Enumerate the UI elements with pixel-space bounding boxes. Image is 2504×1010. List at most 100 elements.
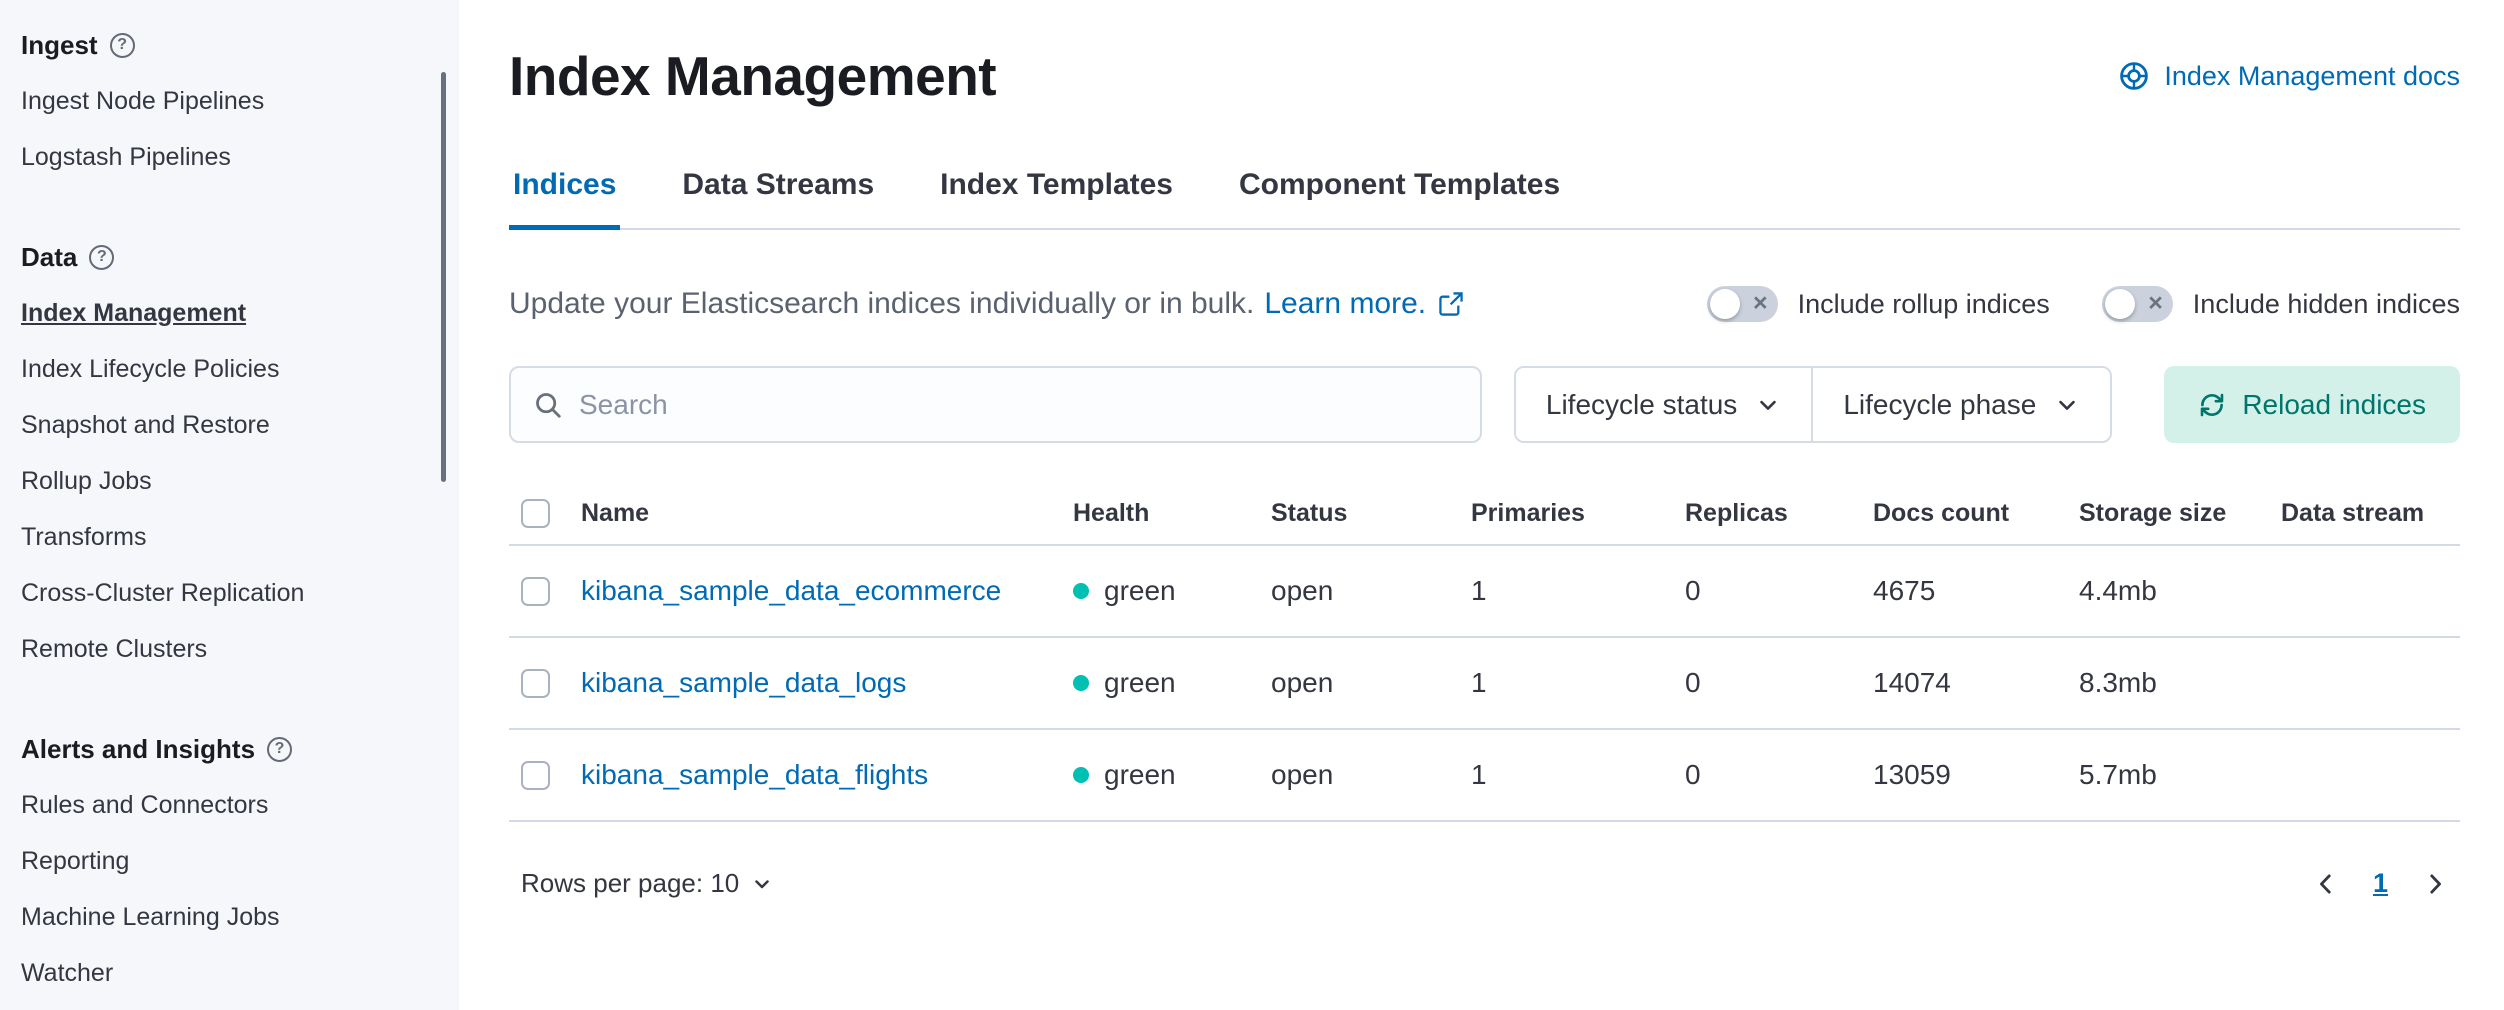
sidebar-item-ingest-node-pipelines[interactable]: Ingest Node Pipelines xyxy=(0,73,459,129)
column-header-docs-count: Docs count xyxy=(1861,483,2067,545)
tab-data-streams[interactable]: Data Streams xyxy=(678,168,878,228)
side-nav: Ingest ? Ingest Node Pipelines Logstash … xyxy=(0,0,459,1010)
refresh-icon xyxy=(2198,391,2226,419)
nav-heading-data: Data ? xyxy=(0,229,459,285)
column-header-health: Health xyxy=(1061,483,1259,545)
lifecycle-status-filter[interactable]: Lifecycle status xyxy=(1516,368,1811,441)
replicas-cell: 0 xyxy=(1673,545,1861,637)
tab-component-templates[interactable]: Component Templates xyxy=(1235,168,1564,228)
sidebar-item-rollup-jobs[interactable]: Rollup Jobs xyxy=(0,453,459,509)
nav-heading-label: Ingest xyxy=(21,30,98,61)
tab-index-templates[interactable]: Index Templates xyxy=(936,168,1177,228)
table-row: kibana_sample_data_ecommerce green open … xyxy=(509,545,2460,637)
learn-more-link[interactable]: Learn more. xyxy=(1264,287,1464,321)
learn-more-label: Learn more. xyxy=(1264,287,1426,321)
previous-page-icon[interactable] xyxy=(2313,871,2339,897)
docs-count-cell: 14074 xyxy=(1861,637,2067,729)
reload-indices-button[interactable]: Reload indices xyxy=(2164,366,2460,443)
toggle-off-icon: × xyxy=(2148,291,2163,316)
docs-count-cell: 4675 xyxy=(1861,545,2067,637)
status-cell: open xyxy=(1259,545,1459,637)
sidebar-item-machine-learning-jobs[interactable]: Machine Learning Jobs xyxy=(0,889,459,945)
storage-size-cell: 4.4mb xyxy=(2067,545,2269,637)
table-row: kibana_sample_data_logs green open 1 0 1… xyxy=(509,637,2460,729)
nav-section-data: Data ? Index Management Index Lifecycle … xyxy=(0,229,459,677)
sidebar-item-snapshot-and-restore[interactable]: Snapshot and Restore xyxy=(0,397,459,453)
index-name-link[interactable]: kibana_sample_data_logs xyxy=(581,667,906,698)
toggle-thumb xyxy=(2105,289,2135,319)
help-icon: ? xyxy=(89,245,114,270)
primaries-cell: 1 xyxy=(1459,729,1673,821)
data-stream-cell xyxy=(2269,545,2460,637)
sidebar-item-index-management[interactable]: Index Management xyxy=(0,285,459,341)
tab-indices[interactable]: Indices xyxy=(509,168,620,228)
toggle-thumb xyxy=(1710,289,1740,319)
include-hidden-toggle[interactable]: × xyxy=(2102,286,2173,322)
status-cell: open xyxy=(1259,637,1459,729)
page-number[interactable]: 1 xyxy=(2373,868,2388,899)
primaries-cell: 1 xyxy=(1459,637,1673,729)
docs-count-cell: 13059 xyxy=(1861,729,2067,821)
health-dot-icon xyxy=(1073,767,1089,783)
rollup-toggle-group: × Include rollup indices xyxy=(1707,286,2050,322)
table-header-row: Name Health Status Primaries Replicas Do… xyxy=(509,483,2460,545)
primaries-cell: 1 xyxy=(1459,545,1673,637)
chevron-down-icon xyxy=(1755,392,1781,418)
nav-heading-label: Alerts and Insights xyxy=(21,734,255,765)
health-label: green xyxy=(1104,667,1176,699)
include-rollup-label: Include rollup indices xyxy=(1798,289,2050,320)
help-icon: ? xyxy=(267,737,292,762)
sidebar-item-cross-cluster-replication[interactable]: Cross-Cluster Replication xyxy=(0,565,459,621)
sidebar-item-remote-clusters[interactable]: Remote Clusters xyxy=(0,621,459,677)
filter-label: Lifecycle status xyxy=(1546,389,1737,421)
filter-label: Lifecycle phase xyxy=(1843,389,2036,421)
sidebar-item-index-lifecycle-policies[interactable]: Index Lifecycle Policies xyxy=(0,341,459,397)
nav-heading-ingest: Ingest ? xyxy=(0,17,459,73)
storage-size-cell: 8.3mb xyxy=(2067,637,2269,729)
description-row: Update your Elasticsearch indices indivi… xyxy=(509,286,2460,322)
external-link-icon xyxy=(1438,291,1464,317)
sidebar-item-reporting[interactable]: Reporting xyxy=(0,833,459,889)
table-row: kibana_sample_data_flights green open 1 … xyxy=(509,729,2460,821)
controls-row: Lifecycle status Lifecycle phase xyxy=(509,366,2460,443)
row-checkbox[interactable] xyxy=(521,761,550,790)
toggle-off-icon: × xyxy=(1753,291,1768,316)
index-name-link[interactable]: kibana_sample_data_ecommerce xyxy=(581,575,1001,606)
column-header-primaries: Primaries xyxy=(1459,483,1673,545)
documentation-icon xyxy=(2118,60,2150,92)
select-all-checkbox[interactable] xyxy=(521,499,550,528)
sidebar-scrollbar[interactable] xyxy=(441,72,446,482)
hidden-toggle-group: × Include hidden indices xyxy=(2102,286,2460,322)
tab-bar: Indices Data Streams Index Templates Com… xyxy=(509,168,2460,230)
replicas-cell: 0 xyxy=(1673,729,1861,821)
next-page-icon[interactable] xyxy=(2422,871,2448,897)
column-header-name: Name xyxy=(569,483,1061,545)
row-checkbox[interactable] xyxy=(521,577,550,606)
lifecycle-phase-filter[interactable]: Lifecycle phase xyxy=(1811,368,2110,441)
data-stream-cell xyxy=(2269,637,2460,729)
index-name-link[interactable]: kibana_sample_data_flights xyxy=(581,759,928,790)
search-input[interactable] xyxy=(579,389,1458,421)
column-header-status: Status xyxy=(1259,483,1459,545)
pagination: 1 xyxy=(2313,868,2448,899)
replicas-cell: 0 xyxy=(1673,637,1861,729)
docs-link-label: Index Management docs xyxy=(2164,61,2460,92)
chevron-down-icon xyxy=(2054,392,2080,418)
include-hidden-label: Include hidden indices xyxy=(2193,289,2460,320)
column-header-replicas: Replicas xyxy=(1673,483,1861,545)
include-rollup-toggle[interactable]: × xyxy=(1707,286,1778,322)
sidebar-item-watcher[interactable]: Watcher xyxy=(0,945,459,1001)
nav-heading-alerts-insights: Alerts and Insights ? xyxy=(0,721,459,777)
main-content: Index Management Index Management docs I… xyxy=(459,0,2504,1010)
indices-table: Name Health Status Primaries Replicas Do… xyxy=(509,483,2460,822)
data-stream-cell xyxy=(2269,729,2460,821)
chevron-down-icon xyxy=(751,873,773,895)
docs-link[interactable]: Index Management docs xyxy=(2118,60,2460,92)
sidebar-item-logstash-pipelines[interactable]: Logstash Pipelines xyxy=(0,129,459,185)
row-checkbox[interactable] xyxy=(521,669,550,698)
rows-per-page-selector[interactable]: Rows per page: 10 xyxy=(521,868,773,899)
status-cell: open xyxy=(1259,729,1459,821)
sidebar-item-rules-and-connectors[interactable]: Rules and Connectors xyxy=(0,777,459,833)
sidebar-item-transforms[interactable]: Transforms xyxy=(0,509,459,565)
help-icon: ? xyxy=(110,33,135,58)
